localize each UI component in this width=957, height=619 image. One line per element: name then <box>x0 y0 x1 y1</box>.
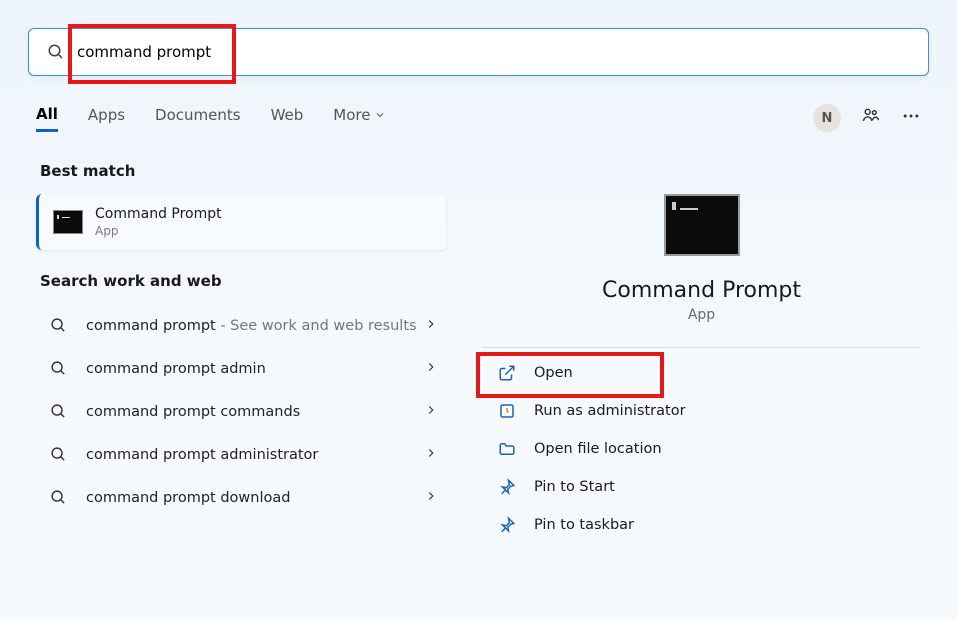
suggestion-text: command prompt administrator <box>86 447 424 463</box>
search-input[interactable] <box>77 29 928 75</box>
results-column: Best match Command Prompt App Search wor… <box>36 156 446 606</box>
search-icon <box>46 489 70 506</box>
suggestion-text: command prompt download <box>86 490 424 506</box>
best-match-title: Command Prompt <box>95 206 222 222</box>
tab-documents[interactable]: Documents <box>155 106 241 130</box>
tab-all[interactable]: All <box>36 105 58 132</box>
search-suggestion[interactable]: command prompt administrator <box>36 433 446 476</box>
chevron-right-icon <box>424 316 438 335</box>
more-options[interactable] <box>901 106 921 130</box>
search-icon <box>46 446 70 463</box>
work-web-label: Search work and web <box>40 272 446 290</box>
action-pin-to-taskbar[interactable]: Pin to taskbar <box>482 506 921 544</box>
search-icon <box>46 403 70 420</box>
folder-icon <box>496 440 518 458</box>
shield-icon <box>496 402 518 420</box>
action-run-as-administrator-label: Run as administrator <box>534 403 686 419</box>
chevron-right-icon <box>424 402 438 421</box>
action-open-file-location-label: Open file location <box>534 441 662 457</box>
pin-icon <box>496 516 518 534</box>
org-icon[interactable] <box>861 106 881 130</box>
chevron-right-icon <box>424 445 438 464</box>
ellipsis-icon <box>901 106 921 126</box>
user-avatar[interactable]: N <box>813 104 841 132</box>
command-prompt-icon <box>53 210 83 234</box>
divider <box>482 347 921 348</box>
search-tabs: All Apps Documents Web More N <box>0 76 957 136</box>
search-suggestion[interactable]: command prompt - See work and web result… <box>36 304 446 347</box>
people-icon <box>861 106 881 126</box>
search-icon <box>46 317 70 334</box>
suggestion-text: command prompt commands <box>86 404 424 420</box>
best-match-label: Best match <box>40 162 446 180</box>
search-icon <box>47 43 65 61</box>
preview-title: Command Prompt <box>602 278 801 303</box>
pin-icon <box>496 478 518 496</box>
search-suggestion[interactable]: command prompt download <box>36 476 446 519</box>
open-external-icon <box>496 364 518 382</box>
best-match-result[interactable]: Command Prompt App <box>36 194 446 250</box>
action-open-label: Open <box>534 365 573 381</box>
search-bar[interactable] <box>28 28 929 76</box>
suggestion-text: command prompt - See work and web result… <box>86 318 424 334</box>
suggestion-text: command prompt admin <box>86 361 424 377</box>
action-pin-to-taskbar-label: Pin to taskbar <box>534 517 634 533</box>
tab-more-label: More <box>333 106 370 124</box>
action-open-file-location[interactable]: Open file location <box>482 430 921 468</box>
chevron-down-icon <box>374 109 386 121</box>
search-suggestion[interactable]: command prompt admin <box>36 347 446 390</box>
command-prompt-icon-large <box>664 194 740 256</box>
chevron-right-icon <box>424 488 438 507</box>
action-pin-to-start-label: Pin to Start <box>534 479 615 495</box>
action-run-as-administrator[interactable]: Run as administrator <box>482 392 921 430</box>
tab-web[interactable]: Web <box>271 106 304 130</box>
chevron-right-icon <box>424 359 438 378</box>
best-match-subtitle: App <box>95 224 222 238</box>
preview-panel: Command Prompt App Open Run as administr… <box>464 156 957 606</box>
tab-apps[interactable]: Apps <box>88 106 125 130</box>
preview-subtitle: App <box>688 307 715 323</box>
search-suggestion[interactable]: command prompt commands <box>36 390 446 433</box>
tab-more[interactable]: More <box>333 106 386 130</box>
action-pin-to-start[interactable]: Pin to Start <box>482 468 921 506</box>
search-icon <box>46 360 70 377</box>
action-open[interactable]: Open <box>482 354 921 392</box>
